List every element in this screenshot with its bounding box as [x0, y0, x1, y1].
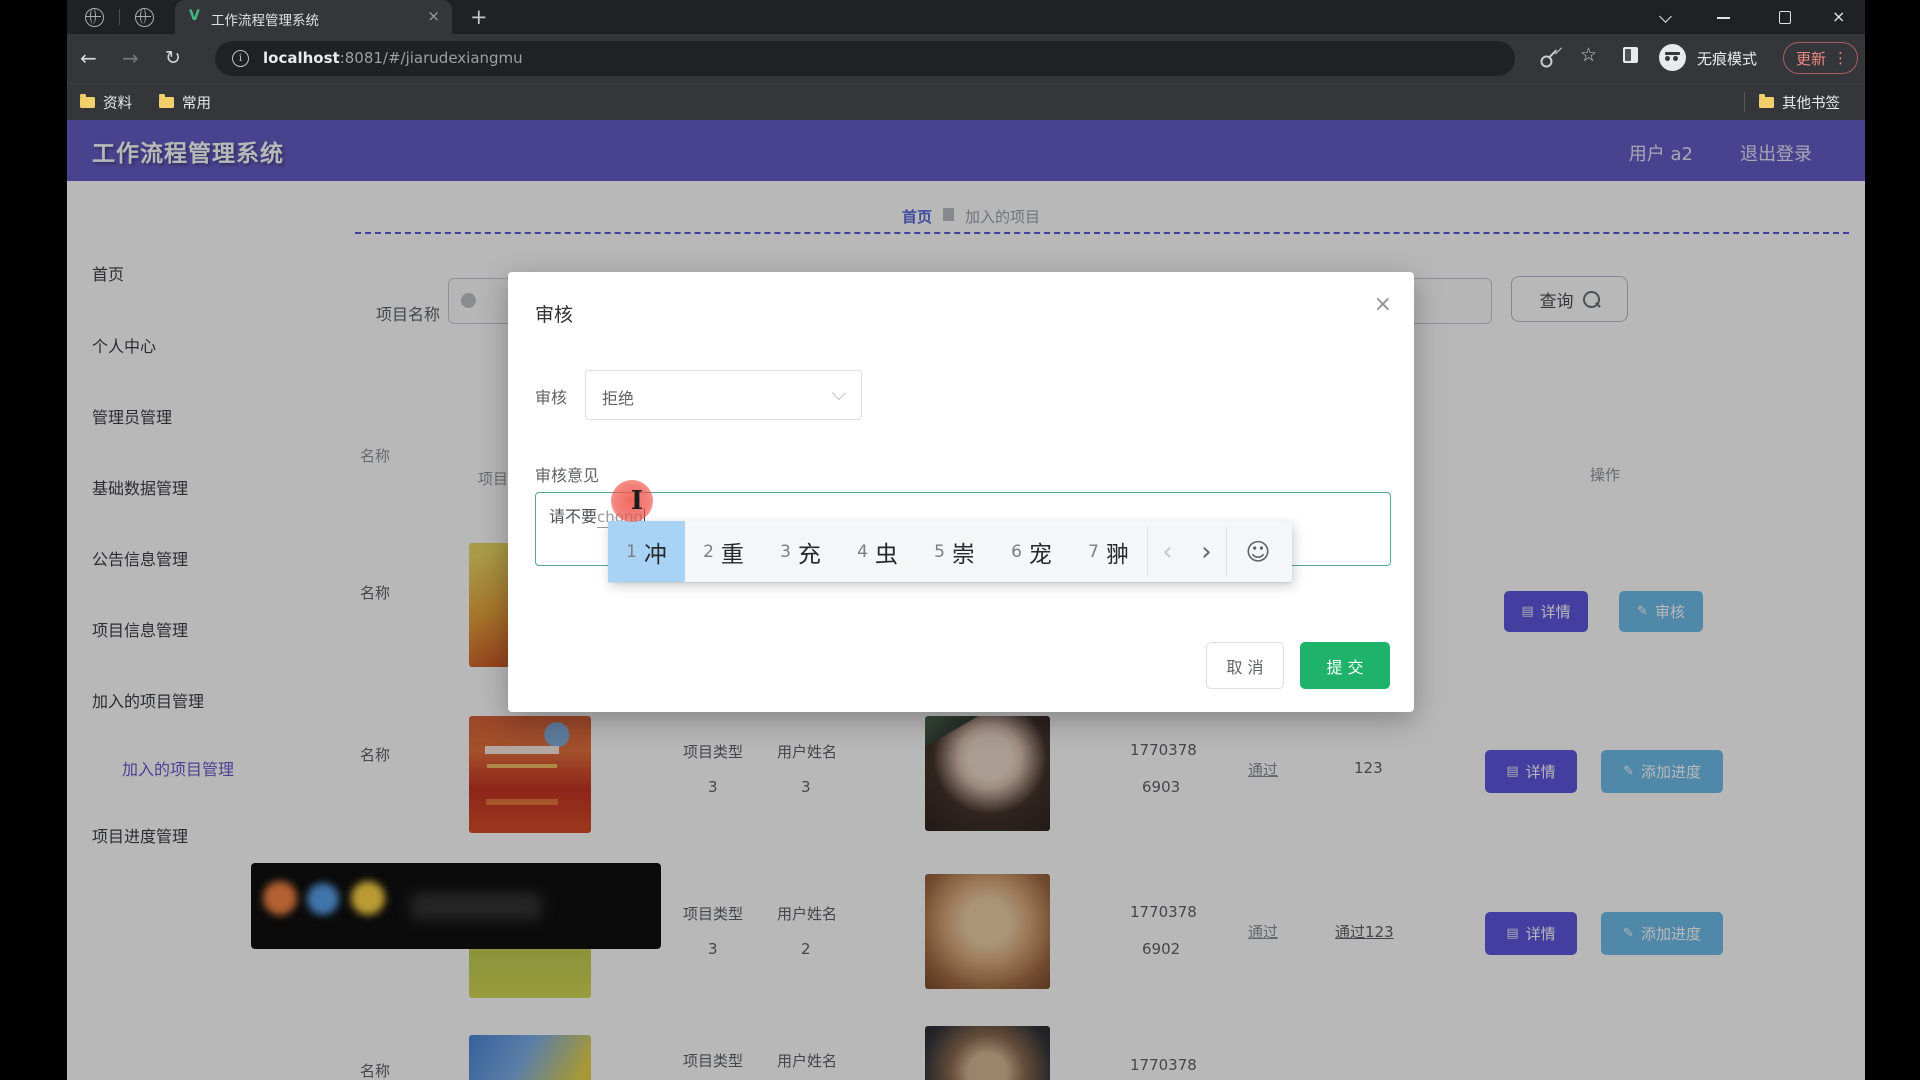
incognito-label: 无痕模式: [1697, 48, 1757, 69]
submit-button[interactable]: 提 交: [1300, 642, 1390, 689]
menu-kebab-icon[interactable]: ⋮: [1833, 49, 1848, 67]
address-bar[interactable]: i localhost:8081/#/jiarudexiangmu: [215, 41, 1515, 76]
update-button[interactable]: 更新 ⋮: [1783, 42, 1858, 74]
forward-icon[interactable]: →: [122, 45, 139, 71]
window-minimize-icon[interactable]: [1717, 17, 1730, 19]
ime-prev-page-icon[interactable]: ‹: [1148, 521, 1187, 582]
url-host: localhost: [263, 49, 340, 67]
site-info-icon[interactable]: i: [232, 50, 249, 67]
other-bookmarks[interactable]: 其他书签: [1759, 92, 1840, 113]
chevron-down-icon: [832, 386, 846, 400]
dialog-title: 审核: [535, 300, 573, 327]
window-chevron-icon[interactable]: [1659, 10, 1672, 23]
new-tab-button[interactable]: +: [470, 4, 488, 30]
cancel-button[interactable]: 取 消: [1206, 642, 1284, 689]
ime-candidate-selected[interactable]: 1 冲: [608, 521, 685, 582]
vue-favicon: V: [189, 8, 200, 25]
watermark-logo-blob: [351, 881, 385, 915]
watermark-text-blur: [411, 893, 541, 919]
bookmarks-separator: [1744, 92, 1745, 112]
typed-text: 请不要: [549, 507, 597, 526]
dialog-close-icon[interactable]: ×: [1374, 294, 1392, 316]
back-icon[interactable]: ←: [80, 45, 97, 71]
review-select[interactable]: 拒绝: [585, 370, 862, 420]
ime-candidate[interactable]: 4 虫: [839, 521, 916, 582]
bookmarks-bar: 资料 常用 其他书签: [67, 83, 1865, 120]
active-tab[interactable]: V 工作流程管理系统 ×: [175, 0, 452, 34]
bookmark-folder[interactable]: 常用: [159, 92, 211, 113]
incognito-icon: [1659, 44, 1686, 71]
browser-toolbar: ← → ↻ i localhost:8081/#/jiarudexiangmu …: [67, 34, 1865, 83]
ime-candidate[interactable]: 3 充: [762, 521, 839, 582]
pinned-tab-globe-icon[interactable]: [85, 8, 104, 27]
pinned-tab-globe-icon[interactable]: [135, 8, 154, 27]
ime-candidate-bar: 1 冲 2 重 3 充 4 虫 5 崇 6 宠 7 翀 ‹ › ☺: [608, 521, 1292, 582]
watermark-logo-blob: [263, 881, 297, 915]
side-panel-icon[interactable]: [1623, 47, 1638, 63]
window-restore-icon[interactable]: [1779, 11, 1791, 24]
screenshot-stage: V 工作流程管理系统 × + × ← → ↻ i localhost:8081/…: [0, 0, 1920, 1080]
tab-separator: [119, 9, 120, 25]
folder-icon: [1759, 97, 1774, 108]
tab-close-icon[interactable]: ×: [427, 8, 440, 25]
ibeam-cursor-icon: I: [631, 486, 643, 516]
review-field-label: 审核: [535, 384, 567, 408]
ime-candidate[interactable]: 5 崇: [916, 521, 993, 582]
watermark-logo-blob: [307, 883, 339, 915]
ime-emoji-icon[interactable]: ☺: [1227, 521, 1289, 582]
tab-title: 工作流程管理系统: [211, 9, 319, 29]
bookmark-folder[interactable]: 资料: [80, 92, 132, 113]
reload-icon[interactable]: ↻: [165, 45, 181, 71]
comment-field-label: 审核意见: [535, 462, 599, 486]
ime-candidate[interactable]: 7 翀: [1070, 521, 1147, 582]
ime-next-page-icon[interactable]: ›: [1187, 521, 1226, 582]
watermark-censor-box: [251, 863, 661, 949]
ime-candidate[interactable]: 2 重: [685, 521, 762, 582]
review-select-value: 拒绝: [602, 385, 634, 409]
tab-strip: V 工作流程管理系统 × + ×: [67, 0, 1865, 34]
password-key-icon[interactable]: [1536, 44, 1564, 72]
folder-icon: [80, 97, 95, 108]
folder-icon: [159, 97, 174, 108]
ime-candidate[interactable]: 6 宠: [993, 521, 1070, 582]
url-path: :8081/#/jiarudexiangmu: [340, 49, 523, 67]
cursor-highlight: I: [611, 480, 653, 522]
bookmark-star-icon[interactable]: ☆: [1580, 44, 1597, 66]
url-text: localhost:8081/#/jiarudexiangmu: [263, 49, 523, 67]
